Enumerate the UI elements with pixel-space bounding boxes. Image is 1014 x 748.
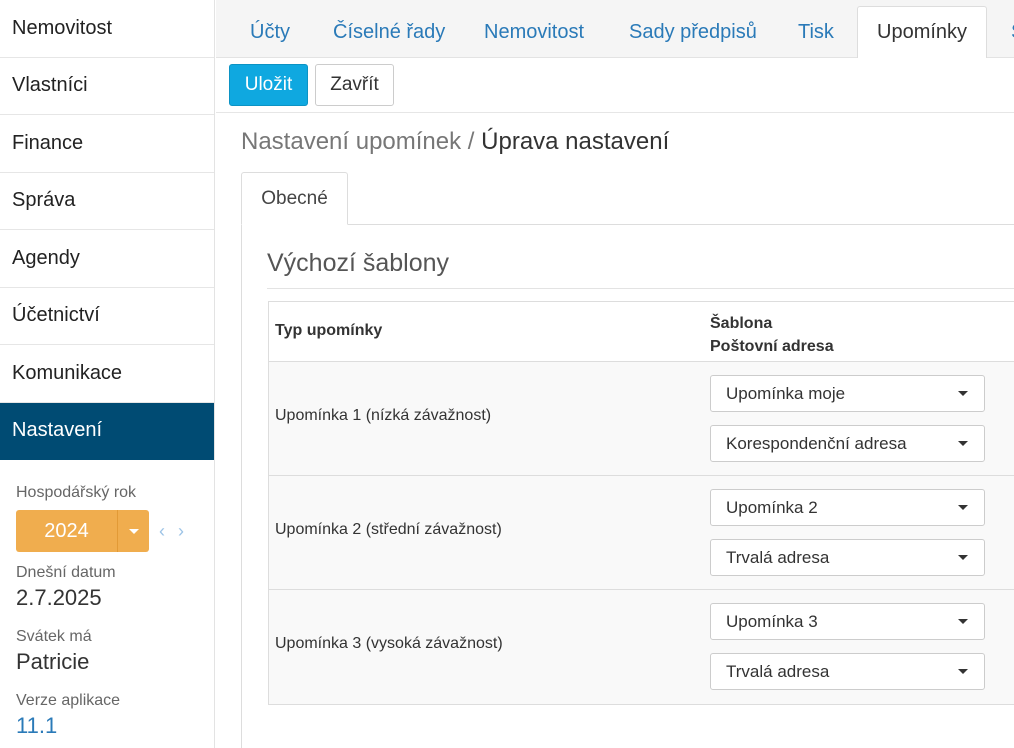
caret-down-icon [128,528,139,534]
tab-tisk[interactable]: Tisk [779,6,853,58]
breadcrumb-current: Úprava nastavení [481,128,670,155]
tab-nemovitost[interactable]: Nemovitost [465,6,603,58]
caret-down-icon [958,669,968,674]
tab-more[interactable]: S [992,6,1014,58]
reminder-type: Upomínka 2 (střední závažnost) [275,521,502,538]
caret-down-icon [958,391,968,396]
template-select[interactable]: Upomínka 2 [710,489,985,526]
col-header-type: Typ upomínky [275,322,383,339]
fiscal-year-button[interactable]: 2024 [16,510,118,552]
sidebar-item-finance[interactable]: Finance [0,115,214,173]
version-link[interactable]: 11.1 [16,712,214,740]
fiscal-year-picker: 2024 ‹ › [16,510,214,552]
col-header-address-label: Poštovní adresa [710,338,834,355]
today-value: 2.7.2025 [16,585,102,610]
table-row: Upomínka 1 (nízká závažnost) Upomínka mo… [269,362,1014,476]
tab-obecne[interactable]: Obecné [241,172,348,225]
section-title: Výchozí šablony [267,249,450,277]
template-select-value: Upomínka moje [726,383,846,403]
fiscal-year-dropdown-toggle[interactable] [118,510,149,552]
prev-next-year-arrows[interactable]: ‹ › [159,521,188,542]
nameday-label: Svátek má [16,628,92,645]
sidebar-item-vlastnici[interactable]: Vlastníci [0,58,214,115]
tab-upominky[interactable]: Upomínky [857,6,988,59]
caret-down-icon [958,505,968,510]
address-select-value: Korespondenční adresa [726,433,907,453]
nameday-value: Patricie [16,649,90,674]
template-select-value: Upomínka 2 [726,497,818,517]
reminder-type: Upomínka 1 (nízká závažnost) [275,407,492,424]
address-select[interactable]: Trvalá adresa [710,539,985,576]
template-select[interactable]: Upomínka 3 [710,603,985,640]
caret-down-icon [958,555,968,560]
sidebar: Nemovitost Vlastníci Finance Správa Agen… [0,0,215,748]
caret-down-icon [958,441,968,446]
sidebar-item-agendy[interactable]: Agendy [0,230,214,288]
table-row: Upomínka 2 (střední závažnost) Upomínka … [269,476,1014,590]
sidebar-item-ucetnictvi[interactable]: Účetnictví [0,288,214,345]
version-label: Verze aplikace [16,692,121,709]
sidebar-item-nastaveni[interactable]: Nastavení [0,402,214,460]
tab-sady-predpisu[interactable]: Sady předpisů [610,6,776,58]
divider [267,288,1014,289]
tab-panel: Výchozí šablony Typ upomínky Šablona Poš… [241,225,1014,748]
sidebar-item-sprava[interactable]: Správa [0,173,214,230]
breadcrumb-parent[interactable]: Nastavení upomínek [241,128,461,155]
form-tabs: Obecné [241,172,1014,225]
save-button[interactable]: Uložit [229,64,308,106]
default-templates-table: Typ upomínky Šablona Poštovní adresa Upo… [268,301,1014,705]
address-select[interactable]: Korespondenční adresa [710,425,985,462]
sidebar-item-komunikace[interactable]: Komunikace [0,345,214,403]
table-header: Typ upomínky Šablona Poštovní adresa [269,302,1014,362]
caret-down-icon [958,619,968,624]
fiscal-year-label: Hospodářský rok [16,484,137,501]
breadcrumb-separator: / [461,128,482,155]
table-row: Upomínka 3 (vysoká závažnost) Upomínka 3… [269,590,1014,704]
address-select-value: Trvalá adresa [726,547,830,567]
sidebar-item-nemovitost[interactable]: Nemovitost [0,0,214,58]
col-header-template: Šablona Poštovní adresa [710,312,834,358]
template-select[interactable]: Upomínka moje [710,375,985,412]
tab-ucty[interactable]: Účty [231,6,309,58]
page-title: Nastavení upomínek / Úprava nastavení [241,128,669,156]
tab-ciselne-rady[interactable]: Číselné řady [314,6,464,58]
settings-tabs: Účty Číselné řady Nemovitost Sady předpi… [216,0,1014,59]
template-select-value: Upomínka 3 [726,611,818,631]
col-header-template-label: Šablona [710,315,773,332]
address-select[interactable]: Trvalá adresa [710,653,985,690]
close-button[interactable]: Zavřít [315,64,394,106]
reminder-type: Upomínka 3 (vysoká závažnost) [275,635,503,652]
today-label: Dnešní datum [16,564,116,581]
toolbar: Uložit Zavřít [216,58,1014,113]
address-select-value: Trvalá adresa [726,661,830,681]
sidebar-info: Hospodářský rok 2024 ‹ › Dnešní datum 2.… [0,460,214,740]
